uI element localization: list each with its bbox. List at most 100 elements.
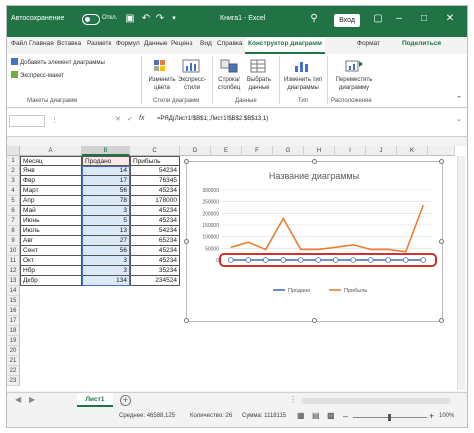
table-cell[interactable]: 35234 <box>130 266 180 276</box>
col-header-j[interactable]: J <box>366 146 397 156</box>
qat-menu-icon[interactable]: ▾ <box>167 12 181 26</box>
namebox-dropdown-icon[interactable]: ⋮ <box>51 116 58 124</box>
row-header[interactable]: 20 <box>7 346 20 356</box>
row-header[interactable]: 11 <box>7 256 20 266</box>
tab-insert[interactable]: Вставка <box>57 40 81 47</box>
zoom-level[interactable]: 100% <box>439 413 454 419</box>
table-header-cell[interactable]: Прибыль <box>130 156 180 166</box>
tab-view[interactable]: Вид <box>200 40 212 47</box>
zoom-slider-thumb[interactable] <box>388 414 391 421</box>
palette-icon[interactable] <box>151 58 171 74</box>
select-data-icon[interactable] <box>249 58 269 74</box>
tab-formulas[interactable]: Формул <box>116 40 140 47</box>
resize-handle-l[interactable] <box>184 239 189 244</box>
col-header-h[interactable]: H <box>304 146 335 156</box>
prev-sheet-icon[interactable]: ◀ <box>15 395 21 404</box>
resize-handle-t[interactable] <box>312 159 317 164</box>
row-header[interactable]: 21 <box>7 356 20 366</box>
resize-handle-bl[interactable] <box>184 318 189 323</box>
col-header-i[interactable]: I <box>335 146 366 156</box>
page-layout-icon[interactable]: ▤ <box>312 411 320 420</box>
col-header-d[interactable]: D <box>180 146 211 156</box>
table-cell[interactable]: Окт <box>20 256 82 266</box>
table-header-cell[interactable]: Месяц <box>20 156 82 166</box>
next-sheet-icon[interactable]: ▶ <box>29 395 35 404</box>
row-header[interactable]: 23 <box>7 376 20 386</box>
formula-input[interactable]: =РЯД(Лист1!$B$1;;Лист1!$B$2:$B$13;1) <box>157 116 268 122</box>
table-cell[interactable]: 178000 <box>130 196 180 206</box>
resize-handle-tl[interactable] <box>184 159 189 164</box>
col-header-f[interactable]: F <box>242 146 273 156</box>
close-icon[interactable]: ✕ <box>443 12 457 26</box>
row-col-button[interactable]: Строка/ столбец <box>214 76 244 92</box>
normal-view-icon[interactable]: ▦ <box>297 411 305 420</box>
table-cell[interactable]: 45234 <box>130 246 180 256</box>
horizontal-scrollbar[interactable] <box>301 398 451 404</box>
tab-help[interactable]: Справка <box>217 40 243 47</box>
undo-icon[interactable]: ↶ <box>139 12 153 26</box>
expand-formula-icon[interactable]: ⌄ <box>456 115 462 123</box>
row-header[interactable]: 3 <box>7 176 20 186</box>
row-header[interactable]: 9 <box>7 236 20 246</box>
save-icon[interactable]: ▣ <box>123 12 137 26</box>
row-header[interactable]: 22 <box>7 366 20 376</box>
login-button[interactable]: Вход <box>334 14 360 27</box>
page-break-icon[interactable]: ▩ <box>327 411 335 420</box>
table-header-cell[interactable]: Продано <box>82 156 130 166</box>
row-header[interactable]: 16 <box>7 306 20 316</box>
col-header-g[interactable]: G <box>273 146 304 156</box>
tab-home[interactable]: Главная <box>29 40 54 47</box>
row-header[interactable]: 19 <box>7 336 20 346</box>
table-cell[interactable]: Дкбр <box>20 276 82 286</box>
table-cell[interactable]: 45234 <box>130 216 180 226</box>
row-header[interactable]: 12 <box>7 266 20 276</box>
table-cell[interactable]: 45234 <box>130 186 180 196</box>
table-cell[interactable]: 65234 <box>130 236 180 246</box>
switch-row-col-icon[interactable] <box>219 58 239 74</box>
table-cell[interactable]: Фвр <box>20 176 82 186</box>
express-styles-button[interactable]: Экспресс- стили <box>177 76 207 92</box>
move-chart-button[interactable]: Переместить диаграмму <box>332 76 376 92</box>
row-header[interactable]: 13 <box>7 276 20 286</box>
table-cell[interactable]: Июль <box>20 226 82 236</box>
resize-handle-tr[interactable] <box>439 159 444 164</box>
redo-icon[interactable]: ↷ <box>153 12 167 26</box>
select-data-button[interactable]: Выбрать данные <box>244 76 274 92</box>
tab-chart-design[interactable]: Конструктор диаграмм <box>245 37 325 54</box>
col-header-e[interactable]: E <box>211 146 242 156</box>
sheet-tab-list1[interactable]: Лист1 <box>77 393 113 407</box>
table-cell[interactable]: 45234 <box>130 256 180 266</box>
col-header-c[interactable]: C <box>130 146 180 156</box>
zoom-in-icon[interactable]: + <box>429 411 434 421</box>
line-chart[interactable]: Название диаграммы 0 50000 100000 150000 2000… <box>184 159 444 323</box>
table-cell[interactable]: 234524 <box>130 276 180 286</box>
table-cell[interactable]: Сент <box>20 246 82 256</box>
resize-handle-r[interactable] <box>439 239 444 244</box>
table-cell[interactable]: Нбр <box>20 266 82 276</box>
move-chart-icon[interactable] <box>344 58 364 74</box>
row-header[interactable]: 1 <box>7 156 20 166</box>
select-all-corner[interactable] <box>7 146 20 156</box>
col-header-b[interactable]: B <box>82 146 130 156</box>
row-header[interactable]: 8 <box>7 226 20 236</box>
ribbon-display-icon[interactable]: ▢ <box>371 12 385 26</box>
col-header-k[interactable]: K <box>397 146 428 156</box>
table-cell[interactable]: Апр <box>20 196 82 206</box>
row-header[interactable]: 14 <box>7 286 20 296</box>
change-chart-type-icon[interactable] <box>292 58 312 74</box>
autosave-toggle[interactable] <box>82 14 100 25</box>
table-cell[interactable]: 54234 <box>130 166 180 176</box>
table-cell[interactable]: 54234 <box>130 226 180 236</box>
table-cell[interactable]: Март <box>20 186 82 196</box>
row-header[interactable]: 10 <box>7 246 20 256</box>
row-header[interactable]: 18 <box>7 326 20 336</box>
col-header-a[interactable]: A <box>20 146 82 156</box>
row-header[interactable]: 17 <box>7 316 20 326</box>
table-cell[interactable]: Авг <box>20 236 82 246</box>
cancel-icon[interactable]: ✕ <box>115 115 121 123</box>
maximize-icon[interactable]: □ <box>417 12 431 26</box>
function-icon[interactable]: fx <box>139 115 144 122</box>
plus-icon[interactable]: + <box>120 395 131 406</box>
table-cell[interactable]: Май <box>20 206 82 216</box>
enter-icon[interactable]: ✓ <box>127 115 133 123</box>
